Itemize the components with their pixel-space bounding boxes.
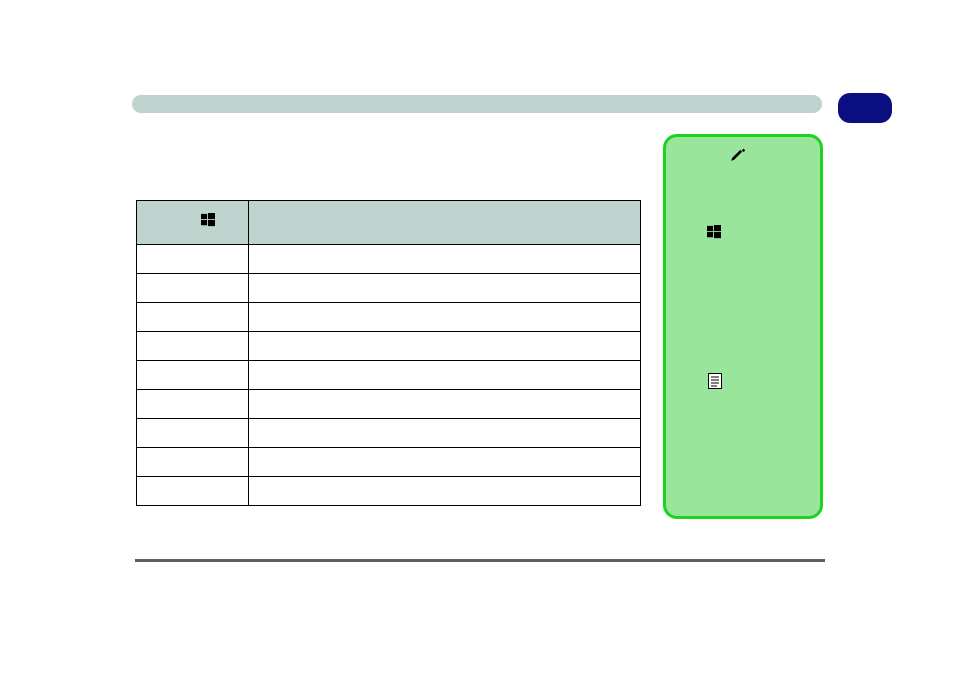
- cell-key: [137, 332, 249, 361]
- table-row: [137, 274, 641, 303]
- cell-key: [137, 361, 249, 390]
- windows-icon: [201, 213, 215, 227]
- cell-desc: [249, 419, 641, 448]
- table-row: [137, 332, 641, 361]
- cell-key: [137, 245, 249, 274]
- cell-desc: [249, 390, 641, 419]
- header-bar: [132, 95, 822, 113]
- cell-key: [137, 390, 249, 419]
- table-header-desc: [249, 201, 641, 245]
- cell-desc: [249, 274, 641, 303]
- document-icon: [708, 373, 722, 389]
- cell-key: [137, 274, 249, 303]
- table-row: [137, 361, 641, 390]
- cell-desc: [249, 448, 641, 477]
- shortcuts-table: [136, 200, 641, 506]
- table-row: [137, 245, 641, 274]
- table-row: [137, 419, 641, 448]
- table-row: [137, 303, 641, 332]
- cell-key: [137, 477, 249, 506]
- cell-key: [137, 419, 249, 448]
- windows-icon: [707, 225, 721, 239]
- footer-rule: [135, 559, 825, 562]
- cell-desc: [249, 332, 641, 361]
- table-row: [137, 448, 641, 477]
- cell-key: [137, 448, 249, 477]
- pen-icon: [729, 145, 747, 163]
- sidebar-note: [663, 134, 823, 519]
- table-row: [137, 390, 641, 419]
- table-row: [137, 477, 641, 506]
- page-badge: [838, 93, 892, 123]
- cell-key: [137, 303, 249, 332]
- table-header-key: [137, 201, 249, 245]
- cell-desc: [249, 361, 641, 390]
- cell-desc: [249, 245, 641, 274]
- cell-desc: [249, 303, 641, 332]
- cell-desc: [249, 477, 641, 506]
